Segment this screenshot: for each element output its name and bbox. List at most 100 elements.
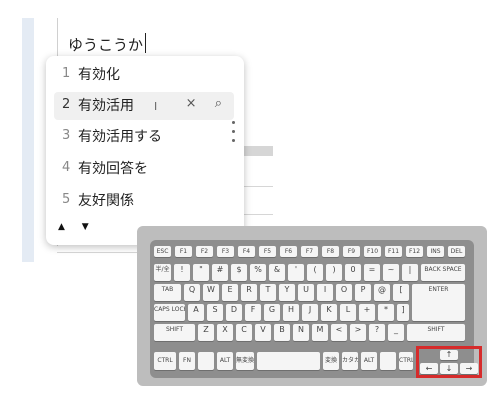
candidate-number: 2: [62, 97, 71, 112]
key-shift-right: SHIFT: [407, 324, 465, 341]
candidate-number: 1: [62, 66, 71, 81]
key-bracket-right: ]: [397, 304, 409, 321]
candidate-item-4[interactable]: 4 有効回答を: [54, 155, 234, 183]
key-a: A: [188, 304, 204, 321]
key-e: E: [222, 284, 238, 301]
key-f2: F2: [196, 246, 213, 257]
key-8: (: [307, 264, 323, 281]
candidate-text: 有効活用: [78, 98, 134, 114]
key-ctrl-right: CTRL: [399, 352, 413, 370]
key-esc: ESC: [154, 246, 171, 257]
key-f3: F3: [217, 246, 234, 257]
key-f: F: [245, 304, 261, 321]
key-fn: FN: [179, 352, 195, 370]
key-enter: ENTER: [412, 284, 465, 321]
key-caret: ~: [383, 264, 399, 281]
key-6: &: [269, 264, 285, 281]
left-margin-strip: [22, 18, 34, 262]
key-2: ": [193, 264, 209, 281]
key-l: L: [340, 304, 356, 321]
key-at: @: [374, 284, 390, 301]
key-semicolon: +: [359, 304, 375, 321]
key-u: U: [298, 284, 314, 301]
candidate-number: 5: [62, 192, 71, 207]
key-tab: TAB: [154, 284, 181, 301]
candidate-text: 有効活用する: [78, 129, 162, 145]
key-0: 0: [345, 264, 361, 281]
candidate-item-3[interactable]: 3 有効活用する: [54, 123, 234, 151]
key-5: %: [250, 264, 266, 281]
key-b: B: [274, 324, 290, 341]
key-t: T: [260, 284, 276, 301]
key-f5: F5: [259, 246, 276, 257]
key-y: Y: [279, 284, 295, 301]
next-page-icon[interactable]: ▼: [82, 222, 89, 232]
key-f8: F8: [322, 246, 339, 257]
key-s: S: [207, 304, 223, 321]
key-del: DEL: [448, 246, 465, 257]
more-options-icon[interactable]: [232, 121, 236, 148]
key-7: ': [288, 264, 304, 281]
candidate-pager: ▲ ▼: [58, 222, 103, 232]
key-hankaku: 半/全: [154, 264, 171, 281]
keyboard-body: ESC F1 F2 F3 F4 F5 F6 F7 F8 F9 F10 F11 F…: [150, 240, 482, 378]
key-d: D: [226, 304, 242, 321]
key-f7: F7: [301, 246, 318, 257]
key-v: V: [255, 324, 271, 341]
key-w: W: [203, 284, 219, 301]
key-f6: F6: [280, 246, 297, 257]
key-3: #: [212, 264, 228, 281]
key-g: G: [264, 304, 280, 321]
key-f9: F9: [343, 246, 360, 257]
candidate-text: 友好関係: [78, 193, 134, 209]
search-icon[interactable]: ⌕: [215, 96, 222, 111]
ime-composition-text[interactable]: ゆうこうか: [68, 34, 144, 57]
key-backspace: BACK SPACE: [421, 264, 465, 281]
key-1: !: [174, 264, 190, 281]
key-backslash: _: [388, 324, 404, 341]
key-minus: =: [364, 264, 380, 281]
key-f4: F4: [238, 246, 255, 257]
key-bracket-left: [: [393, 284, 409, 301]
key-comma: <: [331, 324, 347, 341]
key-katakana: カタカナ: [342, 352, 358, 370]
key-shift-left: SHIFT: [154, 324, 195, 341]
key-9: ): [326, 264, 342, 281]
key-4: $: [231, 264, 247, 281]
key-j: J: [302, 304, 318, 321]
key-ins: INS: [427, 246, 444, 257]
key-f1: F1: [175, 246, 192, 257]
candidate-item-2[interactable]: 2 有効活用 I × ⌕: [54, 92, 234, 120]
key-f12: F12: [406, 246, 423, 257]
key-caps-lock: CAPS LOCK: [154, 304, 185, 321]
key-ctrl-left: CTRL: [154, 352, 176, 370]
candidate-item-5[interactable]: 5 友好関係: [54, 187, 234, 215]
key-o: O: [336, 284, 352, 301]
key-k: K: [321, 304, 337, 321]
keyboard-illustration: ESC F1 F2 F3 F4 F5 F6 F7 F8 F9 F10 F11 F…: [137, 226, 487, 386]
key-alt-right: ALT: [361, 352, 377, 370]
key-space: [257, 352, 320, 370]
key-i: I: [317, 284, 333, 301]
close-icon[interactable]: ×: [186, 96, 197, 111]
key-f11: F11: [385, 246, 402, 257]
key-windows: [198, 352, 214, 370]
key-z: Z: [198, 324, 214, 341]
key-h: H: [283, 304, 299, 321]
key-p: P: [355, 284, 371, 301]
key-muhenkan: 無変換: [236, 352, 254, 370]
key-alt-left: ALT: [217, 352, 233, 370]
mouse-cursor-icon: I: [154, 100, 158, 113]
key-yen: |: [402, 264, 418, 281]
text-caret: [145, 33, 146, 53]
arrow-keys-highlight: [416, 346, 482, 378]
key-n: N: [293, 324, 309, 341]
key-m: M: [312, 324, 328, 341]
previous-page-icon[interactable]: ▲: [58, 222, 65, 232]
candidate-item-1[interactable]: 1 有効化: [54, 61, 234, 89]
candidate-number: 4: [62, 160, 71, 175]
key-menu: [380, 352, 396, 370]
candidate-number: 3: [62, 128, 71, 143]
key-henkan: 変換: [323, 352, 339, 370]
key-c: C: [236, 324, 252, 341]
